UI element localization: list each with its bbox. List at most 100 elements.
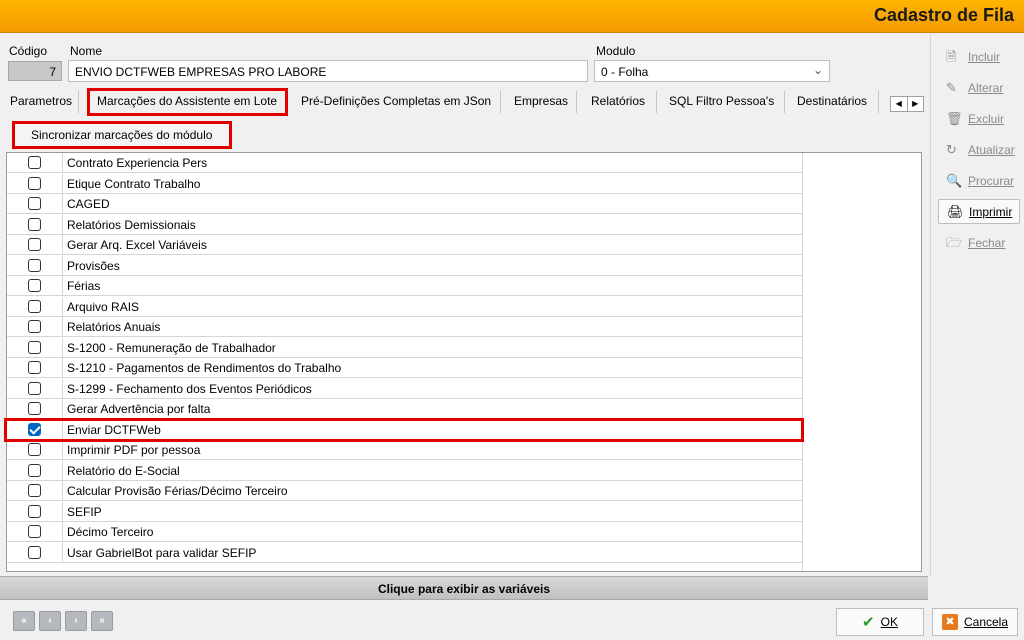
printer-icon: 🖨 — [947, 203, 964, 219]
checkbox-cell — [7, 399, 63, 419]
imprimir-button[interactable]: 🖨 Imprimir — [938, 199, 1020, 224]
tab-relatorios[interactable]: Relatórios — [591, 94, 645, 108]
ok-button[interactable]: ✔ OK — [836, 608, 924, 636]
list-item[interactable]: S-1210 - Pagamentos de Rendimentos do Tr… — [7, 358, 802, 378]
previous-record-icon[interactable]: ‹ — [39, 611, 61, 631]
sync-markings-button[interactable]: Sincronizar marcações do módulo — [12, 121, 232, 149]
list-item[interactable]: Relatórios Anuais — [7, 317, 802, 337]
item-checkbox[interactable] — [28, 258, 41, 272]
item-checkbox[interactable] — [28, 176, 41, 190]
chevron-down-icon[interactable]: ⌄ — [813, 63, 823, 77]
cancel-icon: ✖ — [941, 614, 958, 630]
list-item[interactable]: Relatório do E-Social — [7, 460, 802, 481]
item-label: Relatórios Demissionais — [67, 217, 196, 232]
item-checkbox[interactable] — [28, 443, 41, 456]
item-checkbox[interactable] — [28, 504, 41, 518]
scroll-left-icon[interactable]: ◀ — [891, 97, 907, 111]
incluir-button[interactable]: 🗎 Incluir — [938, 44, 1020, 69]
checkmark-icon: ✔ — [862, 614, 875, 631]
item-checkbox[interactable] — [28, 320, 41, 333]
item-checkbox[interactable] — [28, 340, 41, 354]
checkbox-cell — [7, 276, 63, 296]
tab-marcacoes-label[interactable]: Marcações do Assistente em Lote — [97, 94, 277, 108]
item-checkbox[interactable] — [28, 156, 41, 169]
tab-separator — [878, 91, 879, 113]
tab-sql-filtro[interactable]: SQL Filtro Pessoa's — [669, 94, 774, 108]
item-label: Gerar Advertência por falta — [67, 402, 211, 416]
record-navigation: « ‹ › » — [13, 611, 113, 631]
item-checkbox[interactable] — [28, 484, 41, 497]
list-item[interactable]: Contrato Experiencia Pers — [7, 153, 802, 173]
close-folder-icon: 🗁 — [946, 234, 963, 250]
item-label: Usar GabrielBot para validar SEFIP — [67, 545, 257, 560]
alterar-button[interactable]: ✎ Alterar — [938, 75, 1020, 100]
list-item[interactable]: Relatórios Demissionais — [7, 214, 802, 235]
item-label: Férias — [67, 279, 101, 293]
codigo-label: Código — [9, 44, 48, 58]
list-item[interactable]: CAGED — [7, 194, 802, 214]
item-label: Relatórios Anuais — [67, 320, 161, 334]
item-checkbox[interactable] — [28, 463, 41, 477]
procurar-button[interactable]: 🔍 Procurar — [938, 168, 1020, 193]
item-label: SEFIP — [67, 504, 102, 519]
list-item[interactable]: Usar GabrielBot para validar SEFIP — [7, 542, 802, 563]
checkbox-cell — [7, 378, 63, 399]
item-checkbox[interactable] — [28, 545, 41, 559]
tab-empresas[interactable]: Empresas — [514, 94, 568, 108]
checkbox-cell — [7, 194, 63, 214]
cancel-button[interactable]: ✖ Cancela — [932, 608, 1018, 636]
list-item[interactable]: Etique Contrato Trabalho — [7, 173, 802, 194]
refresh-icon: ↻ — [946, 141, 957, 157]
tab-separator — [576, 91, 577, 113]
list-item[interactable]: Férias — [7, 276, 802, 296]
list-item[interactable]: Arquivo RAIS — [7, 296, 802, 317]
item-checkbox[interactable] — [28, 525, 41, 538]
list-item[interactable]: Imprimir PDF por pessoa — [7, 440, 802, 460]
excluir-button[interactable]: 🗑 Excluir — [938, 106, 1020, 131]
show-variables-bar[interactable]: Clique para exibir as variáveis — [0, 576, 928, 600]
first-record-icon[interactable]: « — [13, 611, 35, 631]
cancel-label: Cancela — [963, 615, 1009, 629]
list-item[interactable]: Calcular Provisão Férias/Décimo Terceiro — [7, 481, 802, 501]
list-item[interactable]: S-1299 - Fechamento dos Eventos Periódic… — [7, 378, 802, 399]
nome-label: Nome — [70, 44, 103, 58]
modulo-select[interactable]: 0 - Folha ⌄ — [594, 60, 830, 82]
item-checkbox[interactable] — [28, 402, 41, 415]
item-label: S-1210 - Pagamentos de Rendimentos do Tr… — [67, 361, 342, 375]
list-item[interactable]: Provisões — [7, 255, 802, 276]
tab-separator — [500, 91, 501, 113]
item-checkbox[interactable] — [28, 238, 41, 251]
list-item[interactable]: S-1200 - Remuneração de Trabalhador — [7, 337, 802, 358]
atualizar-button[interactable]: ↻ Atualizar — [938, 137, 1020, 162]
list-item[interactable]: SEFIP — [7, 501, 802, 522]
modulo-label: Modulo — [596, 44, 636, 58]
item-label: Gerar Arq. Excel Variáveis — [67, 238, 207, 252]
item-checkbox[interactable] — [28, 279, 41, 292]
item-checkbox[interactable] — [28, 299, 41, 313]
list-item[interactable]: Gerar Arq. Excel Variáveis — [7, 235, 802, 255]
item-label: Arquivo RAIS — [67, 299, 140, 314]
checkbox-cell — [7, 214, 63, 235]
item-checkbox[interactable] — [28, 217, 41, 231]
checkbox-cell — [7, 296, 63, 317]
checkbox-cell — [7, 501, 63, 522]
item-checkbox[interactable] — [28, 381, 41, 395]
item-label: Relatório do E-Social — [67, 463, 180, 478]
list-item[interactable]: Gerar Advertência por falta — [7, 399, 802, 419]
item-label: Contrato Experiencia Pers — [67, 156, 208, 170]
tab-pre-definicoes[interactable]: Pré-Definições Completas em JSon — [301, 94, 491, 108]
grid-column-divider — [802, 153, 803, 571]
item-label: S-1200 - Remuneração de Trabalhador — [67, 340, 276, 355]
tab-destinatarios[interactable]: Destinatários — [797, 94, 867, 108]
tab-parametros[interactable]: Parametros — [10, 94, 72, 108]
scroll-right-icon[interactable]: ▶ — [906, 97, 924, 111]
item-checkbox[interactable] — [28, 197, 41, 210]
fechar-button[interactable]: 🗁 Fechar — [938, 230, 1020, 255]
next-record-icon[interactable]: › — [65, 611, 87, 631]
list-item[interactable]: Décimo Terceiro — [7, 522, 802, 542]
title-bar: Cadastro de Fila — [0, 0, 1024, 33]
item-checkbox[interactable] — [28, 361, 41, 374]
codigo-field[interactable]: 7 — [8, 61, 62, 81]
nome-field[interactable]: ENVIO DCTFWEB EMPRESAS PRO LABORE — [68, 60, 588, 82]
last-record-icon[interactable]: » — [91, 611, 113, 631]
